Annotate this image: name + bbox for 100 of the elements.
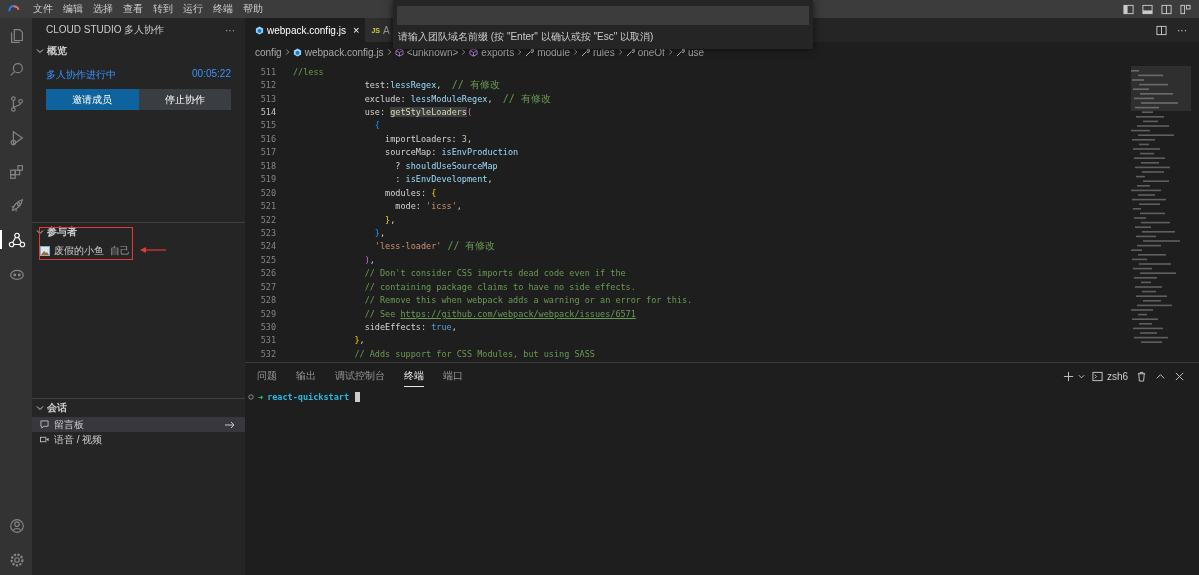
line-number: 521 [259, 201, 276, 212]
split-editor-icon[interactable] [1156, 24, 1167, 36]
panel-tab[interactable]: 调试控制台 [335, 365, 385, 387]
wrench-icon [675, 47, 685, 57]
breadcrumb-item[interactable]: module [537, 46, 570, 58]
chevron-down-icon[interactable] [36, 404, 44, 412]
code-line: : isEnvDevelopment, [395, 174, 493, 185]
caret-down-icon[interactable] [1077, 372, 1085, 380]
more-actions[interactable]: ··· [225, 24, 235, 36]
code-line: mode: 'icss', [395, 201, 462, 212]
layout-icon[interactable] [1180, 3, 1191, 15]
line-number: 529 [259, 308, 276, 319]
message-board-icon [40, 420, 49, 429]
code-line: sideEffects: true, [364, 322, 457, 333]
panel-tab[interactable]: 端口 [443, 365, 463, 387]
terminal-cursor [355, 392, 360, 402]
stop-collaboration-button[interactable]: 停止协作 [138, 89, 231, 110]
breadcrumb-item[interactable]: webpack.config.js [304, 46, 384, 58]
code-line: // See https://github.com/webpack/webpack/issues/6571 [364, 308, 636, 319]
code-line: }, [374, 227, 386, 238]
close-icon[interactable] [1174, 370, 1185, 382]
code-line: // containing package claims to have no side effects. [364, 281, 636, 292]
video-camera-icon [40, 435, 49, 444]
code-line: modules: { [385, 187, 437, 198]
breadcrumb-item[interactable]: rules [592, 46, 615, 58]
breadcrumb-item[interactable]: use [687, 46, 704, 58]
terminal-name[interactable]: zsh6 [1106, 370, 1128, 382]
line-number: 530 [259, 322, 276, 333]
input-hint: 请输入团队域名前缀 (按 "Enter" 以确认或按 "Esc" 以取消) [398, 30, 655, 44]
code-line: importLoaders: 3, [385, 133, 473, 144]
line-number: 514 [259, 107, 276, 118]
menu-item[interactable]: 运行 [178, 2, 208, 16]
trash-icon[interactable] [1136, 370, 1147, 382]
wrench-icon [580, 47, 590, 57]
wrench-icon [525, 47, 535, 57]
session-label: 留言板 [54, 417, 84, 432]
section-title[interactable]: 会话 [47, 401, 67, 415]
toggle-panel-icon[interactable] [1142, 3, 1153, 15]
breadcrumb-item[interactable]: <unknown> [406, 46, 459, 58]
line-number: 513 [259, 93, 276, 104]
breadcrumb-item[interactable]: config [255, 46, 282, 58]
session-item[interactable]: 语音 / 视频 [32, 432, 245, 447]
menu-item[interactable]: 文件 [28, 2, 58, 16]
cube-icon [292, 47, 302, 57]
code-line: }, [385, 214, 396, 225]
chevron-down-icon[interactable] [36, 228, 44, 236]
menu-item[interactable]: 终端 [208, 2, 238, 16]
terminal-icon [1091, 370, 1103, 382]
panel-tab[interactable]: 输出 [296, 365, 316, 387]
chevron-right-icon [461, 48, 467, 56]
more-actions[interactable]: ··· [1177, 24, 1187, 36]
line-number: 523 [259, 227, 276, 238]
code-line: { [374, 120, 380, 131]
chevron-right-icon [572, 48, 578, 56]
wrench-icon [625, 47, 635, 57]
module-icon [394, 47, 404, 57]
line-number: 532 [259, 348, 276, 359]
menu-item[interactable]: 转到 [148, 2, 178, 16]
line-number: 517 [259, 147, 276, 158]
session-timer: 00:05:22 [192, 68, 231, 81]
session-label: 语音 / 视频 [54, 432, 103, 447]
code-line: ? shouldUseSourceMap [395, 160, 498, 171]
session-item[interactable]: 留言板 [32, 417, 245, 432]
line-number: 512 [259, 80, 276, 91]
split-layout-icon[interactable] [1161, 3, 1172, 15]
arrow-right-icon[interactable] [225, 420, 235, 429]
breadcrumb-item[interactable]: exports [481, 46, 515, 58]
code-line: ), [364, 254, 375, 265]
menu-item[interactable]: 查看 [118, 2, 148, 16]
editor-tab[interactable]: webpack.config.js × [245, 18, 366, 42]
status-circle-icon [248, 394, 254, 400]
tab-label: webpack.config.js [267, 24, 346, 36]
panel-tab[interactable]: 问题 [257, 365, 277, 387]
code-line: // Don't consider CSS imports dead code even if the [364, 268, 626, 279]
sidebar-title: CLOUD STUDIO 多人协作 [46, 23, 165, 37]
chevron-right-icon [386, 48, 392, 56]
menu-item[interactable]: 帮助 [238, 2, 268, 16]
close-icon[interactable]: × [352, 24, 360, 36]
line-number: 520 [259, 187, 276, 198]
chevron-right-icon [517, 48, 523, 56]
menu-item[interactable]: 选择 [88, 2, 118, 16]
line-number: 516 [259, 133, 276, 144]
line-number: 519 [259, 174, 276, 185]
participant-name[interactable]: 废假的小鱼 [54, 244, 104, 258]
panel-tab[interactable]: 终端 [404, 365, 424, 387]
collaboration-status: 多人协作进行中 [46, 68, 116, 82]
menu-item[interactable]: 编辑 [58, 2, 88, 16]
section-title[interactable]: 概览 [47, 44, 67, 58]
line-number: 518 [259, 160, 276, 171]
toggle-sidebar-icon[interactable] [1123, 3, 1134, 15]
section-title[interactable]: 参与者 [47, 225, 77, 239]
code-line: //less [293, 66, 324, 77]
code-line: test:lessRegex, // 有修改 [364, 78, 500, 93]
invite-members-button[interactable]: 邀请成员 [46, 89, 139, 110]
avatar-icon [40, 246, 50, 256]
plus-icon[interactable] [1062, 370, 1074, 382]
code-link[interactable]: https://github.com/webpack/webpack/issues/6571 [400, 308, 636, 319]
code-line: 'less-loader' // 有修改 [374, 239, 496, 254]
chevron-down-icon[interactable] [36, 47, 44, 55]
line-number: 531 [259, 335, 276, 346]
